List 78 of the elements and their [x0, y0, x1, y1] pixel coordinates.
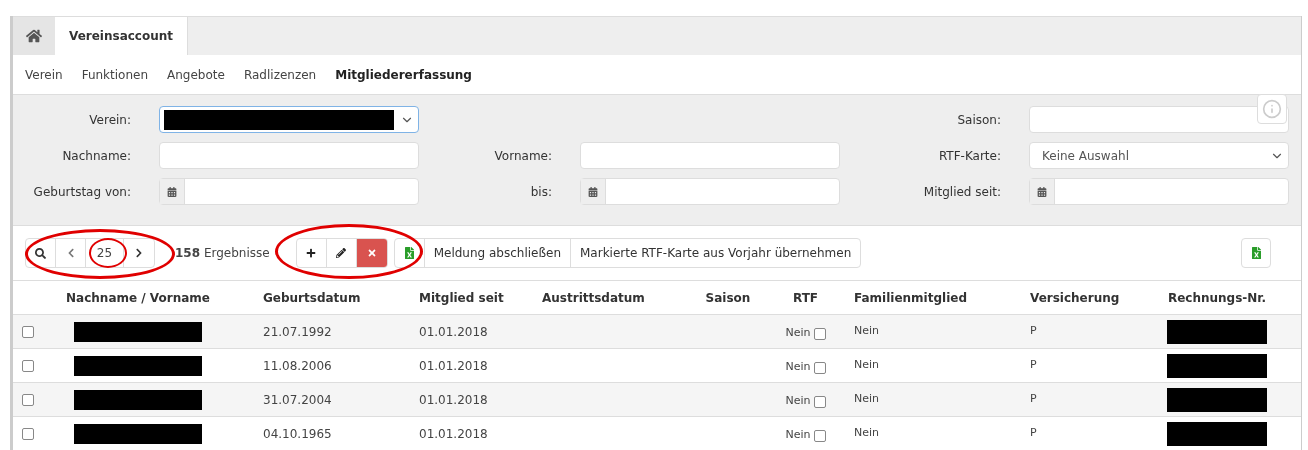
column-header: Austrittsdatum [541, 289, 646, 307]
tab[interactable]: Vereinsaccount [55, 17, 188, 55]
rtf-checkbox[interactable] [813, 395, 826, 408]
nav-link[interactable]: Verein [25, 65, 63, 84]
action-button[interactable]: Meldung abschließen [424, 239, 571, 267]
table-cell-text: Nein [853, 323, 881, 340]
table-cell-text: 01.01.2018 [418, 323, 489, 341]
table-cell: Nein [785, 427, 811, 444]
select-field[interactable] [159, 106, 419, 133]
chevron-right-icon [134, 248, 144, 258]
result-count: 158 Ergebnisse [175, 245, 270, 262]
table-cell-text: P [1029, 425, 1038, 442]
field-label: Vorname: [493, 147, 552, 165]
select-value: Keine Auswahl [1041, 147, 1130, 165]
nav-link[interactable]: Funktionen [81, 65, 149, 84]
column-header: Saison [704, 289, 752, 307]
rtf-checkbox[interactable] [813, 361, 826, 374]
table-cell-text: 01.01.2018 [418, 391, 489, 409]
action-button[interactable]: Markierte RTF-Karte aus Vorjahr übernehmen [571, 239, 861, 267]
input-field[interactable] [580, 142, 840, 169]
table-cell-text: Nein [853, 425, 881, 442]
nav-link[interactable]: Radlizenzen [243, 65, 317, 84]
export-button[interactable] [1241, 238, 1271, 268]
nav-link[interactable]: Angebote [167, 65, 225, 84]
close-icon [366, 248, 377, 258]
table-cell-text: 01.01.2018 [418, 357, 489, 375]
table-cell-text: P [1029, 391, 1038, 408]
column-header: Versicherung [1029, 289, 1121, 307]
rtf-checkbox[interactable] [813, 429, 826, 442]
row-checkbox[interactable] [22, 427, 34, 440]
calendar-icon [167, 186, 177, 197]
page-size[interactable]: 25 [86, 239, 124, 267]
field-label: RTF-Karte: [937, 147, 1001, 165]
field-label: Saison: [956, 111, 1001, 129]
info-icon [1262, 99, 1282, 119]
field-label: Verein: [88, 111, 131, 129]
column-header: RTF [791, 289, 820, 307]
field-label: Nachname: [61, 147, 131, 165]
field-label: Geburtstag von: [32, 183, 131, 201]
field-label: Mitglied seit: [922, 183, 1001, 201]
table-cell-text: Nein [853, 391, 881, 408]
column-header: Nachname / Vorname [65, 289, 211, 307]
table-cell-text: 04.10.1965 [262, 425, 333, 443]
input-field[interactable] [1029, 106, 1289, 133]
column-header: Familienmitglied [853, 289, 968, 307]
table-cell: Nein [785, 359, 811, 376]
select-field[interactable]: Keine Auswahl [1029, 142, 1289, 169]
plus-icon [306, 248, 317, 258]
table-cell-text: 01.01.2018 [418, 425, 489, 443]
table-cell-text: 31.07.2004 [262, 391, 333, 409]
date-field[interactable] [580, 178, 840, 205]
table-cell-text: Nein [853, 357, 881, 374]
search-icon [35, 247, 46, 259]
pencil-icon [336, 248, 347, 258]
column-header: Rechnungs-Nr. [1166, 289, 1268, 307]
row-checkbox[interactable] [22, 325, 34, 338]
table-cell-text: P [1029, 357, 1038, 374]
column-header: Mitglied seit [418, 289, 505, 307]
input-field[interactable] [159, 142, 419, 169]
field-label: bis: [529, 183, 552, 201]
row-checkbox[interactable] [22, 393, 34, 406]
column-header: Geburtsdatum [262, 289, 362, 307]
home-icon [26, 28, 42, 44]
home-tab[interactable] [13, 17, 55, 55]
table-cell: Nein [785, 325, 811, 342]
nav-link[interactable]: Mitgliedererfassung [335, 65, 472, 84]
rtf-checkbox[interactable] [813, 327, 826, 340]
calendar-icon [1037, 186, 1047, 197]
date-field[interactable] [1029, 178, 1289, 205]
table-cell-text: 11.08.2006 [262, 357, 333, 375]
date-field[interactable] [159, 178, 419, 205]
table-cell-text: P [1029, 323, 1038, 340]
table-cell-text: 21.07.1992 [262, 323, 333, 341]
spreadsheet-icon [403, 247, 415, 259]
table-cell: Nein [785, 393, 811, 410]
row-checkbox[interactable] [22, 359, 34, 372]
calendar-icon [588, 186, 598, 197]
spreadsheet-icon [1250, 247, 1262, 259]
